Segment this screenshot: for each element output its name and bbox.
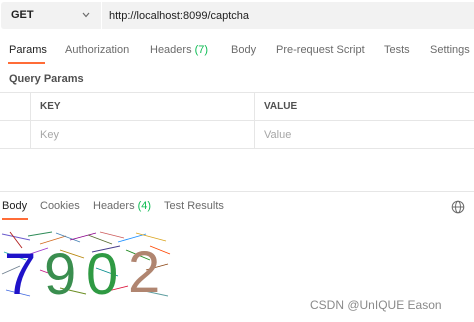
tab-settings[interactable]: Settings — [430, 44, 470, 56]
captcha-digit: 0 — [86, 242, 118, 300]
method-select[interactable]: GET — [1, 2, 101, 29]
active-tab-indicator — [8, 62, 45, 64]
chevron-down-icon — [82, 12, 90, 18]
captcha-image: 7 9 0 2 — [0, 230, 172, 300]
value-header-label: VALUE — [264, 101, 298, 112]
tab-authorization[interactable]: Authorization — [65, 44, 129, 56]
key-column-header: KEY — [31, 93, 255, 121]
response-tabs: Body Cookies Headers (4) Test Results — [0, 200, 474, 220]
value-input[interactable] — [264, 127, 464, 143]
tab-response-headers-count: (4) — [137, 200, 152, 212]
query-params-title: Query Params — [9, 73, 84, 85]
table-row — [0, 121, 474, 149]
tab-tests[interactable]: Tests — [384, 44, 410, 56]
table-header-row: KEY VALUE — [0, 93, 474, 121]
watermark: CSDN @UnIQUE Eason — [310, 298, 442, 312]
tab-body[interactable]: Body — [231, 44, 256, 56]
tab-headers[interactable]: Headers (7) — [150, 44, 208, 56]
value-column-header: VALUE — [255, 93, 474, 121]
key-cell — [31, 121, 255, 149]
tab-response-headers[interactable]: Headers (4) — [93, 200, 151, 212]
row-checkbox-cell[interactable] — [0, 121, 31, 149]
globe-icon[interactable] — [451, 200, 465, 214]
url-input[interactable] — [102, 2, 474, 29]
key-input[interactable] — [40, 127, 240, 143]
captcha-digit: 2 — [128, 240, 160, 300]
key-header-label: KEY — [40, 101, 61, 112]
tab-response-body[interactable]: Body — [2, 200, 27, 212]
tab-headers-label: Headers — [150, 44, 192, 56]
query-params-table: KEY VALUE — [0, 92, 474, 149]
active-response-tab-indicator — [2, 218, 28, 220]
captcha-digit: 7 — [4, 242, 36, 300]
captcha-digit: 9 — [44, 242, 76, 300]
row-checkbox-column — [0, 93, 31, 121]
value-cell — [255, 121, 474, 149]
request-tabs: Params Authorization Headers (7) Body Pr… — [0, 44, 474, 64]
tab-response-headers-label: Headers — [93, 200, 135, 212]
tab-cookies[interactable]: Cookies — [40, 200, 80, 212]
tab-params[interactable]: Params — [9, 44, 47, 56]
tab-pre-request-script[interactable]: Pre-request Script — [276, 44, 365, 56]
request-bar: GET — [0, 0, 474, 33]
tab-test-results[interactable]: Test Results — [164, 200, 224, 212]
pane-divider[interactable] — [0, 191, 474, 192]
method-label: GET — [11, 9, 34, 21]
tab-headers-count: (7) — [194, 44, 209, 56]
